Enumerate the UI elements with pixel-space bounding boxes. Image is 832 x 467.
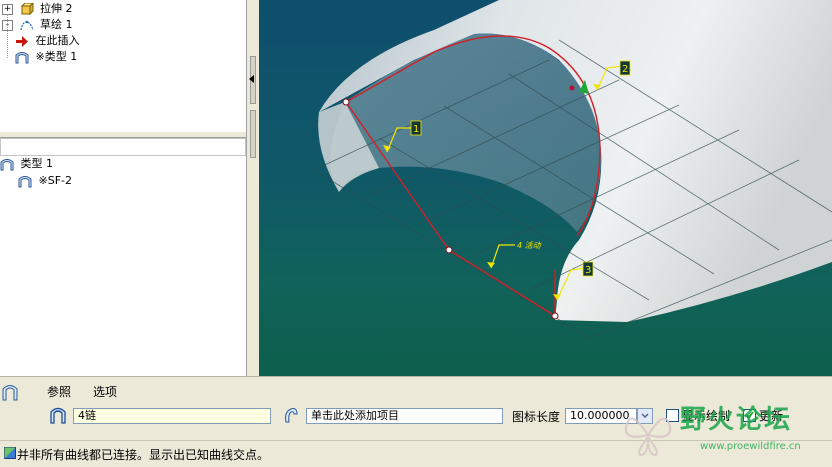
tree-item-label: ※SF-2 bbox=[38, 174, 73, 187]
feature-tree: 类型 1 ※SF-2 bbox=[0, 156, 246, 376]
collapse-left-icon[interactable] bbox=[249, 75, 254, 83]
expand-icon[interactable]: + bbox=[2, 3, 13, 15]
callout-label-4-active: 4 活动 bbox=[517, 241, 542, 250]
model-tree: + 拉伸 2 - 草绘 1 在此插入 ※类型 1 bbox=[0, 0, 246, 133]
tree-filter-bar[interactable] bbox=[0, 138, 246, 156]
tab-options[interactable]: 选项 bbox=[93, 383, 117, 400]
tree-item-insert-here[interactable]: 在此插入 bbox=[15, 33, 80, 49]
watermark-brand: 野火论坛 bbox=[680, 405, 793, 435]
tree-item-extrude-2[interactable]: + 拉伸 2 bbox=[2, 1, 73, 17]
vertex-point[interactable] bbox=[551, 312, 559, 320]
boundary-blend-icon bbox=[18, 175, 32, 187]
boundary-blend-icon bbox=[0, 158, 14, 170]
watermark: 野火论坛 www.proewildfire.cn bbox=[620, 397, 832, 463]
callout-label-2: 2 bbox=[622, 64, 628, 75]
second-direction-icon[interactable] bbox=[282, 406, 300, 424]
left-panel: + 拉伸 2 - 草绘 1 在此插入 ※类型 1 类型 1 ※SF-2 bbox=[0, 0, 246, 376]
graphics-viewport[interactable]: 1 2 3 4 活动 bbox=[259, 0, 832, 376]
tab-references[interactable]: 参照 bbox=[47, 383, 71, 400]
insert-here-arrow-icon bbox=[16, 35, 28, 47]
tree-item-sketch-1[interactable]: - 草绘 1 bbox=[2, 17, 73, 33]
extrude-icon bbox=[20, 2, 34, 15]
sketch-icon bbox=[19, 20, 34, 30]
tree-item-label: 在此插入 bbox=[35, 34, 80, 47]
tree-item-sf-2[interactable]: ※SF-2 bbox=[18, 173, 72, 189]
tree-item-label: 拉伸 2 bbox=[40, 2, 73, 15]
boundary-blend-icon bbox=[15, 51, 29, 63]
curve-start-marker[interactable] bbox=[569, 85, 575, 91]
butterfly-logo-icon bbox=[624, 417, 672, 457]
first-direction-chain-field[interactable]: 4链 bbox=[73, 408, 271, 424]
callout-label-1: 1 bbox=[413, 124, 419, 135]
icon-length-label: 图标长度 bbox=[512, 410, 561, 424]
vertex-point[interactable] bbox=[445, 246, 453, 254]
first-direction-icon[interactable] bbox=[49, 406, 67, 424]
callout-label-3: 3 bbox=[585, 265, 591, 276]
second-direction-add-item-field[interactable]: 单击此处添加项目 bbox=[306, 408, 503, 424]
tree-connector bbox=[7, 14, 9, 58]
boundary-blend-tool-icon bbox=[2, 385, 18, 401]
status-message: 并非所有曲线都已连接。显示出已知曲线交点。 bbox=[17, 448, 270, 462]
tree-item-label: 草绘 1 bbox=[40, 18, 73, 31]
watermark-url: www.proewildfire.cn bbox=[700, 441, 801, 452]
tree-item-label: ※类型 1 bbox=[35, 50, 78, 63]
tree-item-label: 类型 1 bbox=[20, 157, 54, 170]
info-message-icon bbox=[4, 447, 16, 459]
splitter-grip[interactable] bbox=[250, 110, 256, 158]
tree-item-type-1-root[interactable]: 类型 1 bbox=[0, 156, 53, 172]
vertex-point[interactable] bbox=[342, 98, 350, 106]
tree-item-type-1[interactable]: ※类型 1 bbox=[15, 49, 77, 65]
vertical-splitter[interactable] bbox=[246, 0, 260, 376]
feature-dashboard: 参照 选项 4链 单击此处添加项目 图标长度 10.000000 显示绘制 更新… bbox=[0, 376, 832, 467]
model-render[interactable]: 1 2 3 4 活动 bbox=[259, 0, 832, 376]
